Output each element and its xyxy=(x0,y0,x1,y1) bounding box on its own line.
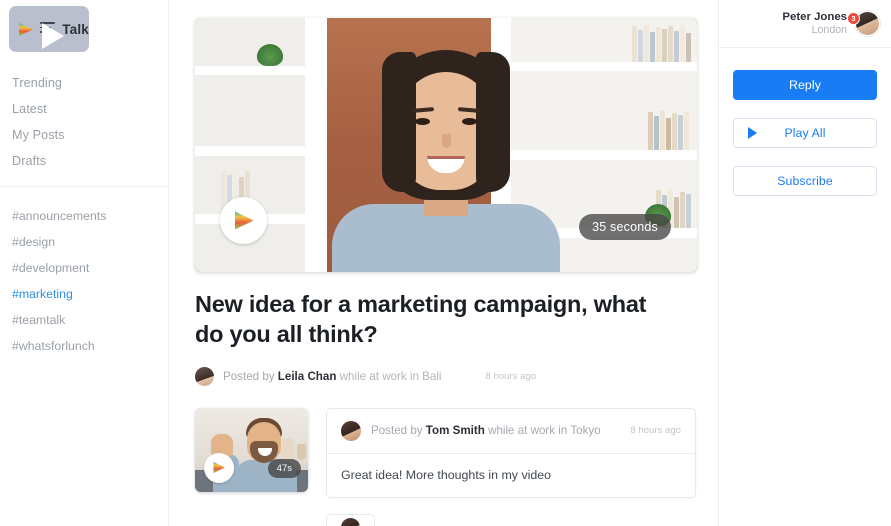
post-author[interactable]: Leila Chan xyxy=(278,370,337,383)
sidebar-tag-development[interactable]: #development xyxy=(0,255,168,281)
user-info: Peter Jones London xyxy=(782,10,847,37)
sidebar-item-drafts[interactable]: Drafts xyxy=(0,148,168,174)
byline-suffix: while at work in Bali xyxy=(339,369,442,383)
right-sidebar: Peter Jones London 3 Reply Play All Subs… xyxy=(718,0,891,526)
sidebar-tag-teamtalk[interactable]: #teamtalk xyxy=(0,307,168,333)
avatar-with-badge[interactable]: 3 xyxy=(847,11,880,36)
person-figure xyxy=(331,46,561,272)
action-buttons: Reply Play All Subscribe xyxy=(719,48,891,196)
sidebar-tag-design[interactable]: #design xyxy=(0,229,168,255)
user-name: Peter Jones xyxy=(782,10,847,23)
user-location: London xyxy=(811,24,847,36)
comment-duration-badge: 47s xyxy=(267,458,301,478)
comment-body: Great idea! More thoughts in my video xyxy=(341,467,552,482)
left-sidebar: Talk Trending Latest My Posts Drafts #an… xyxy=(0,0,169,526)
sidebar-tags: #announcements #design #development #mar… xyxy=(0,187,168,359)
play-all-label: Play All xyxy=(784,126,826,140)
comment-timestamp: 8 hours ago xyxy=(630,425,681,437)
post-timestamp: 8 hours ago xyxy=(485,370,537,382)
byline-prefix: Posted by xyxy=(223,369,275,383)
play-all-button[interactable]: Play All xyxy=(733,118,877,148)
avatar xyxy=(195,366,214,386)
play-icon xyxy=(234,211,253,230)
app-logo[interactable]: Talk xyxy=(9,6,89,52)
comment-author[interactable]: Tom Smith xyxy=(426,424,485,437)
page-title: New idea for a marketing campaign, what … xyxy=(195,291,647,347)
sidebar-item-latest[interactable]: Latest xyxy=(0,96,168,122)
reply-button[interactable]: Reply xyxy=(733,70,877,100)
comment-row: 47s Posted by Tom Smith while at work in… xyxy=(195,407,696,498)
sidebar-tag-marketing[interactable]: #marketing xyxy=(0,281,168,307)
sidebar-item-trending[interactable]: Trending xyxy=(0,70,168,96)
avatar xyxy=(341,420,361,441)
post-video-thumbnail[interactable]: 35 seconds xyxy=(195,18,697,272)
logo-play-overlay-icon xyxy=(42,23,64,49)
user-header[interactable]: Peter Jones London 3 xyxy=(719,0,891,48)
app-root: Talk Trending Latest My Posts Drafts #an… xyxy=(0,0,891,526)
comment-card: Posted by Tom Smith while at work in Tok… xyxy=(326,407,696,498)
comment-row-partial xyxy=(195,513,696,526)
comment-play-button[interactable] xyxy=(204,452,234,483)
main-content: 35 seconds New idea for a marketing camp… xyxy=(169,0,718,526)
video-duration-badge: 35 seconds xyxy=(579,214,671,240)
comment-byline-text: Posted by Tom Smith while at work in Tok… xyxy=(371,424,601,437)
comment-byline-suffix: while at work in Tokyo xyxy=(488,424,601,438)
play-button[interactable] xyxy=(220,197,267,244)
avatar xyxy=(341,518,360,526)
brand-name: Talk xyxy=(62,21,89,37)
comment-video-thumbnail[interactable]: 47s xyxy=(195,407,308,492)
comment-byline-prefix: Posted by xyxy=(371,424,423,438)
comment-card-partial[interactable] xyxy=(326,513,375,526)
play-icon xyxy=(213,462,225,474)
play-icon xyxy=(748,127,757,139)
comment-header: Posted by Tom Smith while at work in Tok… xyxy=(327,409,695,454)
logo-play-triangle-icon xyxy=(18,22,33,37)
sidebar-nav: Trending Latest My Posts Drafts xyxy=(0,52,168,174)
sidebar-tag-announcements[interactable]: #announcements xyxy=(0,203,168,229)
notification-badge[interactable]: 3 xyxy=(847,12,860,25)
post-byline: Posted by Leila Chan while at work in Ba… xyxy=(195,366,696,386)
sidebar-tag-whatsforlunch[interactable]: #whatsforlunch xyxy=(0,333,168,359)
subscribe-button[interactable]: Subscribe xyxy=(733,166,877,196)
byline-text: Posted by Leila Chan while at work in Ba… xyxy=(223,370,441,383)
sidebar-item-my-posts[interactable]: My Posts xyxy=(0,122,168,148)
